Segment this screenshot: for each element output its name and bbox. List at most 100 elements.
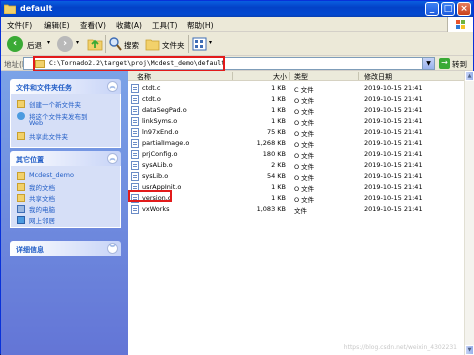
file-icon (131, 128, 139, 137)
file-modified: 2019-10-15 21:41 (364, 161, 423, 169)
place-label: Mcdest_demo (29, 171, 74, 179)
file-type: O 文件 (294, 185, 315, 193)
place-mcdest-demo[interactable]: Mcdest_demo (17, 171, 121, 181)
file-size: 1 KB (271, 84, 286, 92)
file-icon (131, 84, 139, 93)
file-icon (131, 161, 139, 170)
file-row[interactable]: version.o 1 KB O 文件 2019-10-15 21:41 (128, 193, 464, 204)
details-header[interactable]: 详细信息 ︾ (10, 241, 121, 256)
file-modified: 2019-10-15 21:41 (364, 172, 423, 180)
share-folder-icon (17, 132, 25, 140)
column-type[interactable]: 类型 (294, 72, 308, 82)
folders-icon[interactable] (145, 37, 160, 51)
menu-view[interactable]: 查看(V) (80, 20, 106, 31)
minimize-button[interactable]: _ (425, 2, 439, 16)
file-size: 180 KB (262, 150, 286, 158)
file-icon (131, 205, 139, 214)
file-tasks-header[interactable]: 文件和文件夹任务 ︽ (10, 79, 121, 94)
vxworks-highlight-box (128, 190, 172, 202)
file-modified: 2019-10-15 21:41 (364, 139, 423, 147)
file-modified: 2019-10-15 21:41 (364, 150, 423, 158)
chevron-down-icon[interactable]: ︾ (107, 243, 118, 254)
up-folder-icon[interactable] (87, 36, 103, 52)
place-network[interactable]: 网上邻居 (17, 215, 121, 225)
file-row[interactable]: sysLib.o 54 KB O 文件 2019-10-15 21:41 (128, 171, 464, 182)
file-name: partialImage.o (142, 139, 190, 147)
file-size: 2 KB (271, 161, 286, 169)
menu-file[interactable]: 文件(F) (7, 20, 32, 31)
file-size: 1,268 KB (256, 139, 286, 147)
file-type: O 文件 (294, 130, 315, 138)
file-row[interactable]: dataSegPad.o 1 KB O 文件 2019-10-15 21:41 (128, 105, 464, 116)
file-type: O 文件 (294, 108, 315, 116)
folder-icon (4, 4, 16, 14)
file-row[interactable]: partialImage.o 1,268 KB O 文件 2019-10-15 21:… (128, 138, 464, 149)
file-size: 1 KB (271, 95, 286, 103)
file-type: O 文件 (294, 119, 315, 127)
file-row[interactable]: usrAppInit.o 1 KB O 文件 2019-10-15 21:41 (128, 182, 464, 193)
place-my-computer[interactable]: 我的电脑 (17, 204, 121, 214)
file-row[interactable]: vxWorks 1,083 KB 文件 2019-10-15 21:41 (128, 204, 464, 215)
file-modified: 2019-10-15 21:41 (364, 95, 423, 103)
column-modified[interactable]: 修改日期 (364, 72, 392, 82)
menu-tools[interactable]: 工具(T) (152, 20, 177, 31)
menu-edit[interactable]: 编辑(E) (44, 20, 70, 31)
views-dropdown-icon[interactable]: ▾ (209, 39, 212, 46)
file-type: C 文件 (294, 86, 314, 94)
title-bar[interactable]: default _ □ × (1, 1, 473, 17)
folders-button[interactable]: 文件夹 (162, 40, 185, 51)
search-icon[interactable] (108, 36, 122, 52)
file-name: sysALib.o (142, 161, 173, 169)
address-dropdown-icon[interactable]: ▼ (422, 58, 434, 69)
file-icon (131, 172, 139, 181)
file-modified: 2019-10-15 21:41 (364, 106, 423, 114)
shared-folder-icon (17, 194, 25, 202)
go-label: 转到 (452, 60, 467, 69)
go-arrow-icon: → (439, 58, 450, 69)
file-row[interactable]: linkSyms.o 1 KB O 文件 2019-10-15 21:41 (128, 116, 464, 127)
file-row[interactable]: ln97xEnd.o 75 KB O 文件 2019-10-15 21:41 (128, 127, 464, 138)
chevron-up-icon[interactable]: ︽ (107, 153, 118, 164)
task-share-folder[interactable]: 共享此文件夹 (17, 131, 121, 141)
other-places-header[interactable]: 其它位置 ︽ (10, 151, 121, 166)
vertical-scrollbar[interactable]: ▲ ▼ (464, 71, 474, 355)
close-button[interactable]: × (457, 2, 471, 16)
column-size[interactable]: 大小 (273, 72, 287, 82)
file-type: O 文件 (294, 163, 315, 171)
place-shared-documents[interactable]: 共享文档 (17, 193, 121, 203)
go-button[interactable]: → 转到 (439, 57, 471, 70)
column-header: 名称 大小 类型 修改日期 (128, 71, 464, 81)
file-type: O 文件 (294, 152, 315, 160)
column-name[interactable]: 名称 (137, 72, 151, 82)
forward-dropdown-icon[interactable]: ▾ (76, 39, 79, 46)
search-button[interactable]: 搜索 (124, 40, 139, 51)
task-publish-web-cont[interactable]: Web (17, 119, 121, 129)
file-row[interactable]: sysALib.o 2 KB O 文件 2019-10-15 21:41 (128, 160, 464, 171)
toolbar: ‹ 后退 ▾ › ▾ 搜索 文件夹 ▾ (1, 32, 473, 56)
file-row[interactable]: ctdt.o 1 KB O 文件 2019-10-15 21:41 (128, 94, 464, 105)
file-row[interactable]: ctdt.c 1 KB C 文件 2019-10-15 21:41 (128, 83, 464, 94)
file-modified: 2019-10-15 21:41 (364, 84, 423, 92)
menu-favorites[interactable]: 收藏(A) (116, 20, 142, 31)
file-type: 文件 (294, 207, 307, 215)
window-title: default (20, 4, 53, 13)
task-new-folder[interactable]: 创建一个新文件夹 (17, 99, 121, 109)
back-arrow-icon[interactable]: ‹ (7, 36, 23, 52)
menu-help[interactable]: 帮助(H) (187, 20, 214, 31)
place-label: 共享文档 (29, 195, 55, 203)
file-modified: 2019-10-15 21:41 (364, 183, 423, 191)
views-icon[interactable] (192, 37, 207, 51)
back-button[interactable]: 后退 (27, 40, 42, 51)
task-label: 共享此文件夹 (29, 133, 68, 141)
file-size: 1,083 KB (256, 205, 286, 213)
file-row[interactable]: prjConfig.o 180 KB O 文件 2019-10-15 21:41 (128, 149, 464, 160)
back-dropdown-icon[interactable]: ▾ (47, 39, 50, 46)
file-name: ctdt.c (142, 84, 161, 92)
place-my-documents[interactable]: 我的文档 (17, 182, 121, 192)
toolbar-separator (105, 35, 106, 53)
file-icon (131, 139, 139, 148)
forward-arrow-icon[interactable]: › (57, 36, 73, 52)
chevron-up-icon[interactable]: ︽ (107, 81, 118, 92)
scroll-up-icon[interactable]: ▲ (465, 71, 474, 81)
maximize-button[interactable]: □ (441, 2, 455, 16)
